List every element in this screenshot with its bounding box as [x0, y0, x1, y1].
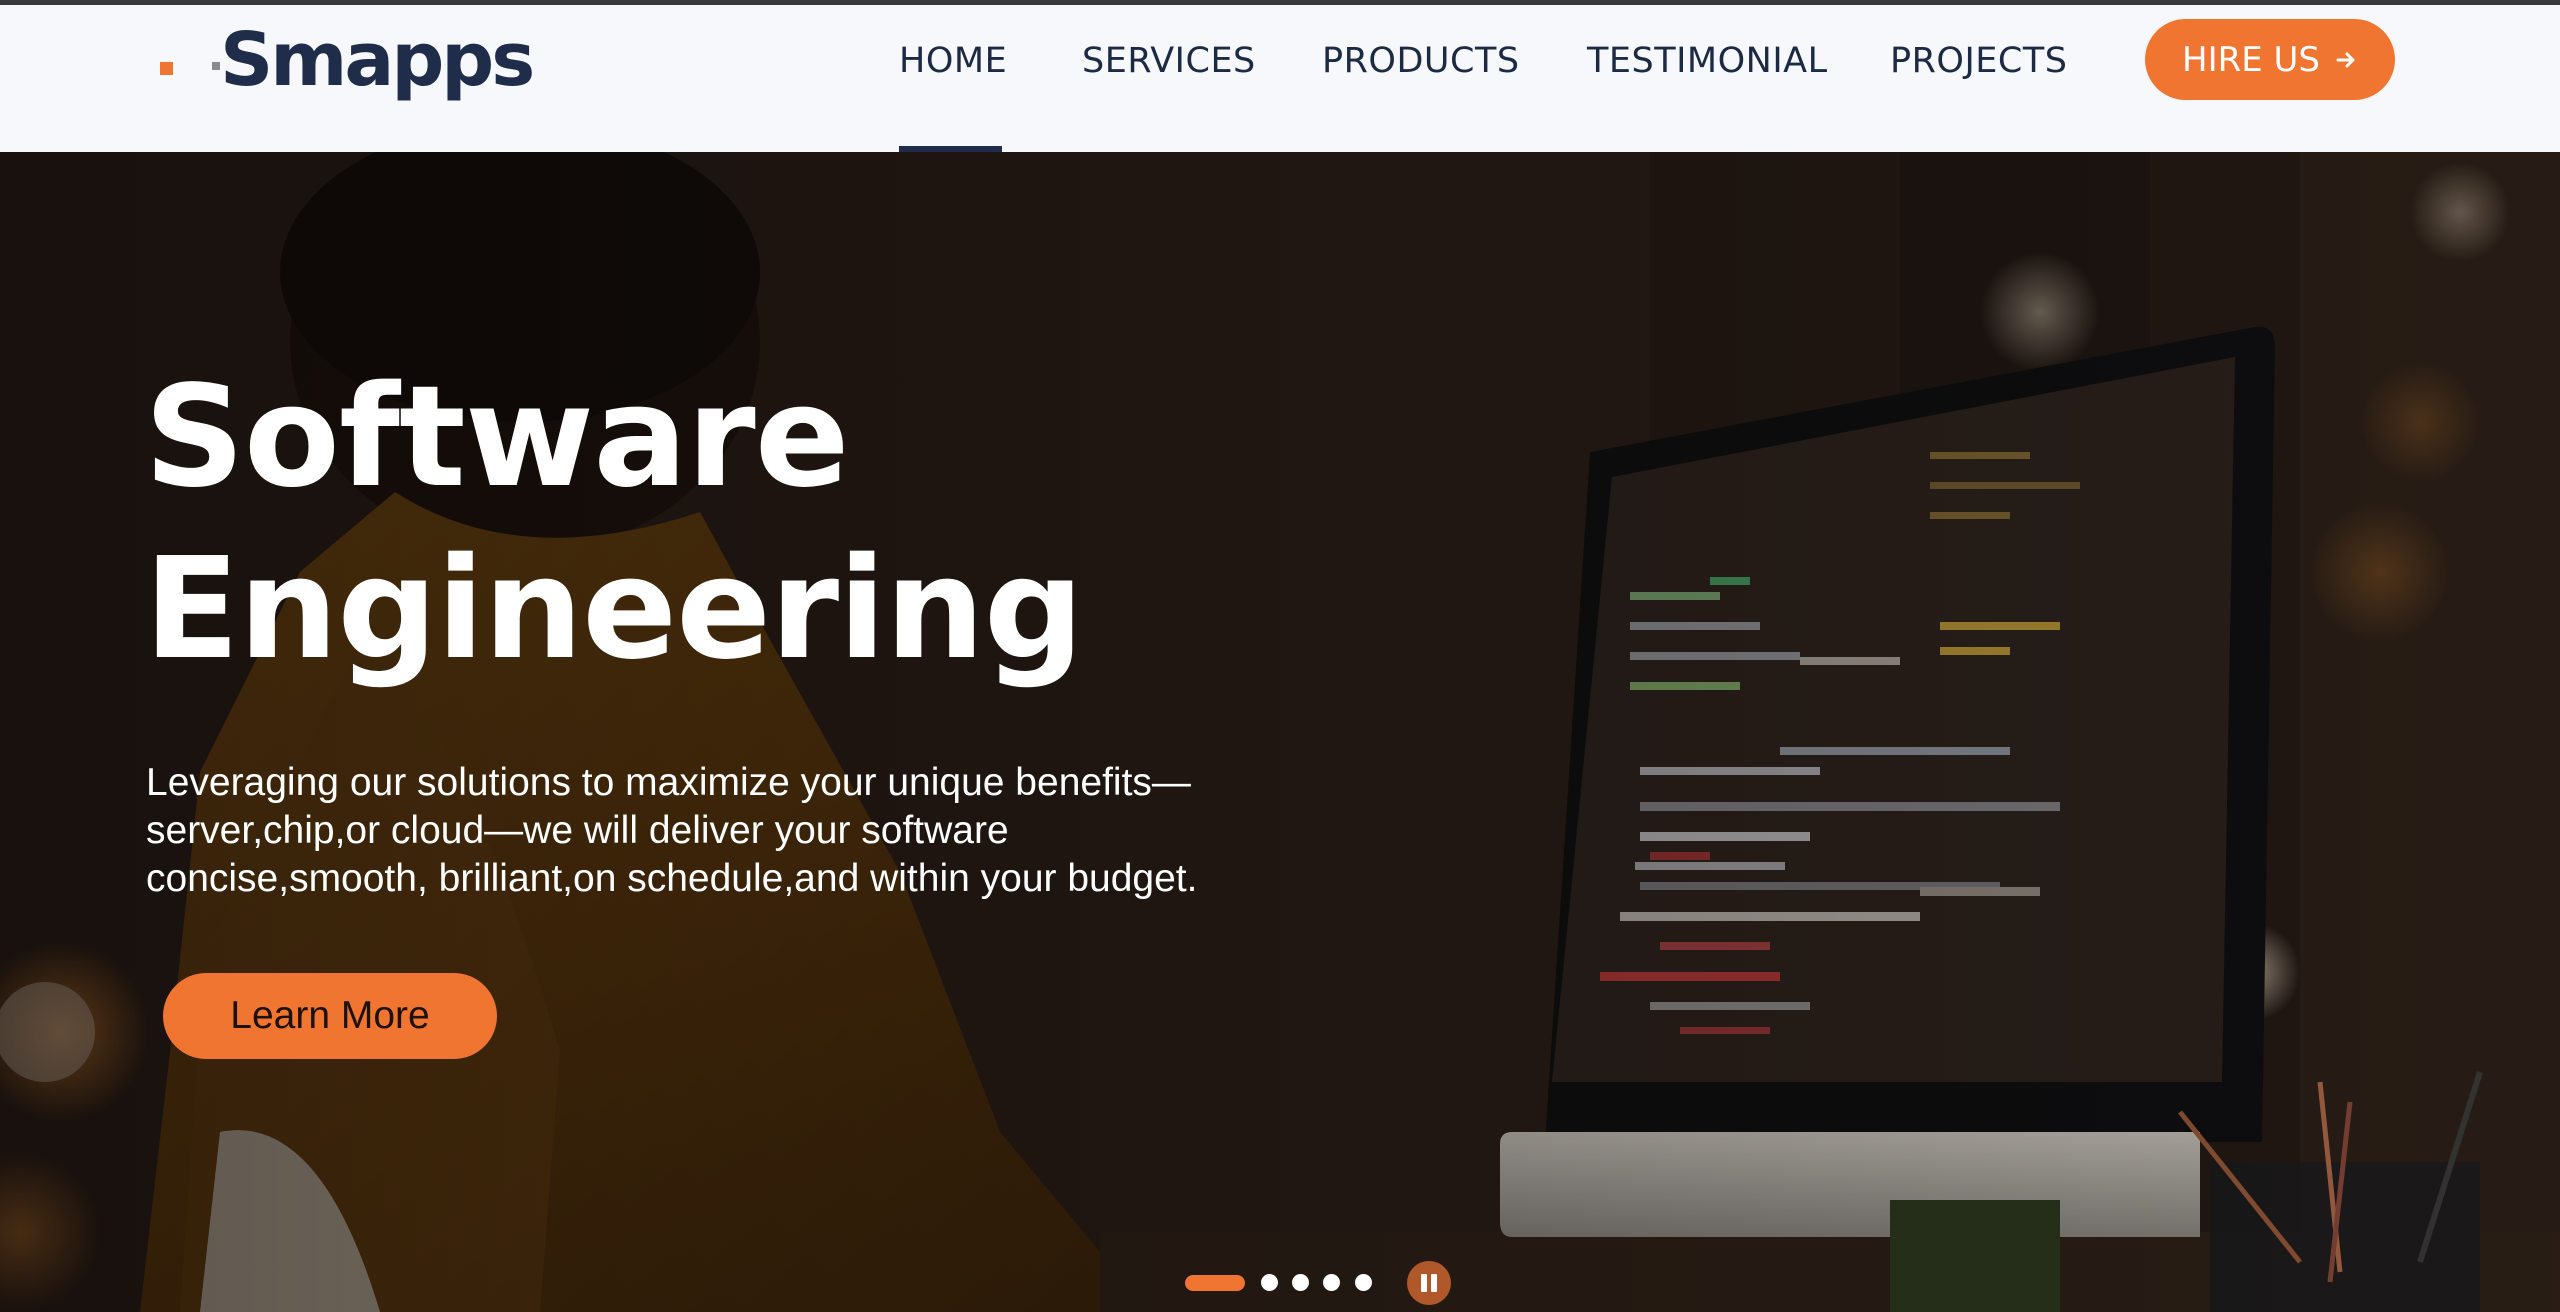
learn-more-button[interactable]: Learn More: [163, 973, 497, 1059]
hero-title: Software Engineering: [144, 352, 1444, 696]
nav-home[interactable]: HOME: [899, 36, 1007, 86]
nav-testimonial[interactable]: TESTIMONIAL: [1587, 36, 1828, 86]
carousel-dot-2[interactable]: [1261, 1274, 1278, 1291]
carousel-dot-5[interactable]: [1355, 1274, 1372, 1291]
logo-mark-icon: [160, 62, 220, 75]
carousel-dot-3[interactable]: [1292, 1274, 1309, 1291]
pause-icon-bar: [1431, 1274, 1437, 1292]
nav-products[interactable]: PRODUCTS: [1322, 36, 1520, 86]
pause-icon: [1421, 1274, 1427, 1292]
hero-description: Leveraging our solutions to maximize you…: [146, 759, 1346, 903]
hire-us-button[interactable]: HIRE US: [2145, 19, 2395, 100]
hero-overlay: [0, 152, 2560, 1312]
hero-description-line-3: concise,smooth, brilliant,on schedule,an…: [146, 857, 1198, 900]
hero-title-line-1: Software: [144, 356, 850, 519]
active-nav-indicator: [899, 146, 1002, 152]
hero-description-line-1: Leveraging our solutions to maximize you…: [146, 761, 1191, 804]
nav-projects[interactable]: PROJECTS: [1890, 36, 2067, 86]
carousel-pause-button[interactable]: [1407, 1261, 1451, 1305]
nav-services[interactable]: SERVICES: [1082, 36, 1256, 86]
carousel-dot-1[interactable]: [1185, 1275, 1245, 1291]
site-header: Smapps HOME SERVICES PRODUCTS TESTIMONIA…: [0, 0, 2560, 152]
hire-us-label: HIRE US: [2182, 39, 2320, 80]
logo[interactable]: Smapps: [160, 20, 535, 100]
hero-description-line-2: server,chip,or cloud—we will deliver you…: [146, 809, 1009, 852]
hero-title-line-2: Engineering: [144, 528, 1084, 691]
top-border: [0, 0, 2560, 5]
carousel-dot-4[interactable]: [1323, 1274, 1340, 1291]
carousel-indicators: [1185, 1261, 1465, 1305]
logo-text: Smapps: [220, 17, 535, 103]
arrow-right-icon: [2336, 52, 2355, 67]
page: Smapps HOME SERVICES PRODUCTS TESTIMONIA…: [0, 0, 2560, 1312]
hero-section: Software Engineering Leveraging our solu…: [0, 152, 2560, 1312]
